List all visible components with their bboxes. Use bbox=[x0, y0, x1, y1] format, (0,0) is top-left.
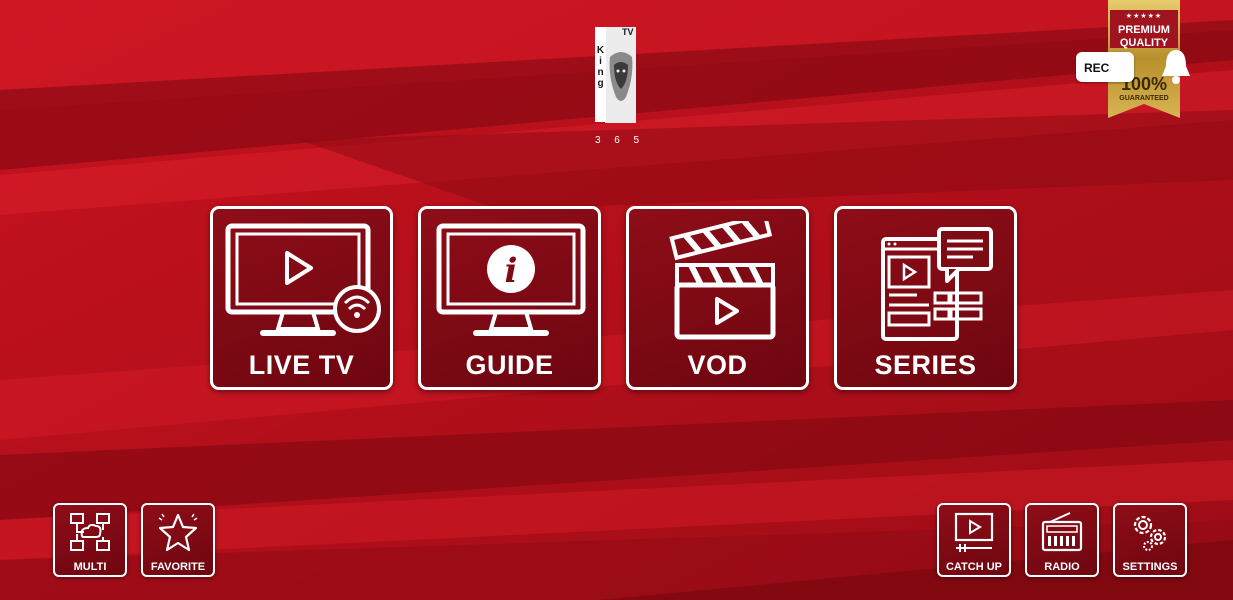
logo-digit: 5 bbox=[633, 135, 639, 146]
live-tv-button[interactable]: LIVE TV bbox=[210, 206, 393, 390]
notification-bell-icon[interactable] bbox=[1158, 46, 1194, 86]
catchup-player-icon bbox=[954, 512, 994, 552]
live-tv-icon bbox=[225, 223, 381, 336]
radio-label: RADIO bbox=[1044, 561, 1080, 573]
vod-button[interactable]: VOD bbox=[626, 206, 809, 390]
vod-label: VOD bbox=[687, 350, 748, 380]
multi-label: MULTI bbox=[73, 561, 107, 573]
logo-word: King bbox=[595, 45, 606, 89]
logo-tv: TV bbox=[622, 27, 634, 37]
logo-digit: 3 bbox=[595, 135, 601, 146]
settings-label: SETTINGS bbox=[1122, 561, 1178, 573]
guide-button[interactable]: i GUIDE bbox=[418, 206, 601, 390]
badge-premium: PREMIUM bbox=[1118, 24, 1170, 36]
radio-icon bbox=[1041, 512, 1083, 552]
svg-text:i: i bbox=[505, 251, 518, 291]
lion-head-icon bbox=[605, 27, 636, 123]
live-tv-label: LIVE TV bbox=[248, 350, 355, 380]
radio-button[interactable]: RADIO bbox=[1025, 503, 1099, 577]
multi-button[interactable]: MULTI bbox=[53, 503, 127, 577]
gears-icon bbox=[1133, 515, 1167, 551]
badge-stars: ★★★★★ bbox=[1125, 13, 1163, 20]
tv-info-icon: i bbox=[436, 223, 586, 336]
star-icon bbox=[158, 513, 198, 552]
series-button[interactable]: SERIES bbox=[834, 206, 1017, 390]
king-tv-365-logo: King TV 3 6 5 bbox=[595, 27, 639, 146]
logo-digits: 3 6 5 bbox=[595, 135, 639, 146]
series-layout-icon bbox=[881, 227, 993, 341]
favorite-button[interactable]: FAVORITE bbox=[141, 503, 215, 577]
favorite-label: FAVORITE bbox=[150, 561, 206, 573]
record-button[interactable]: REC bbox=[1076, 52, 1134, 82]
catch-up-button[interactable]: CATCH UP bbox=[937, 503, 1011, 577]
guide-label: GUIDE bbox=[465, 350, 554, 380]
series-label: SERIES bbox=[874, 350, 977, 380]
record-camera-icon bbox=[1116, 64, 1124, 70]
record-label: REC bbox=[1084, 61, 1110, 75]
network-cloud-icon bbox=[70, 513, 110, 551]
logo-digit: 6 bbox=[614, 135, 620, 146]
settings-button[interactable]: SETTINGS bbox=[1113, 503, 1187, 577]
clapperboard-icon bbox=[669, 221, 776, 340]
badge-guarantee: GUARANTEED bbox=[1119, 95, 1169, 102]
catch-up-label: CATCH UP bbox=[945, 561, 1002, 573]
